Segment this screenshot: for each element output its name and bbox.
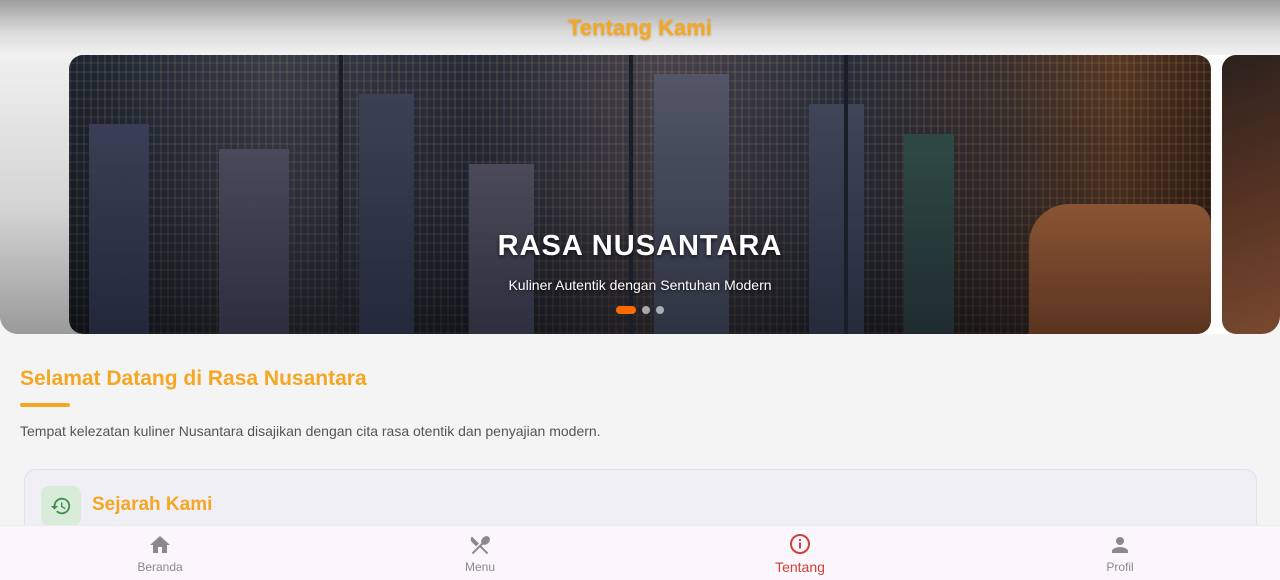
carousel-dot[interactable] [642, 306, 650, 314]
nav-item-tentang[interactable]: Tentang [640, 526, 960, 580]
welcome-description: Tempat kelezatan kuliner Nusantara disaj… [20, 423, 601, 439]
info-icon [790, 533, 810, 554]
carousel-indicators [0, 306, 1280, 314]
home-icon [150, 535, 170, 553]
hero-carousel[interactable]: RASA NUSANTARA Kuliner Autentik dengan S… [0, 55, 1280, 334]
nav-label: Profil [1106, 559, 1134, 574]
history-card-title: Sejarah Kami [92, 494, 213, 515]
carousel-dot[interactable] [656, 306, 664, 314]
bottom-navigation: Beranda Menu Tentang Profil [0, 525, 1280, 580]
skyline-building [89, 124, 149, 334]
nav-label: Beranda [137, 559, 183, 574]
history-icon [41, 486, 81, 526]
page-title: Tentang Kami [568, 15, 712, 40]
skyline-building [809, 104, 864, 334]
skyline-building [359, 94, 414, 334]
heading-underline [20, 403, 70, 407]
nav-item-menu[interactable]: Menu [320, 526, 640, 580]
carousel-dot-active[interactable] [616, 306, 636, 314]
nav-label: Tentang [775, 558, 825, 575]
skyline-building [654, 74, 729, 334]
hero-title: RASA NUSANTARA [497, 230, 783, 262]
welcome-heading: Selamat Datang di Rasa Nusantara [20, 367, 367, 390]
hero-subtitle: Kuliner Autentik dengan Sentuhan Modern [508, 277, 772, 293]
armchair [1029, 204, 1211, 334]
app-bar: Tentang Kami [0, 0, 1280, 56]
person-icon [1112, 536, 1128, 553]
nav-item-beranda[interactable]: Beranda [0, 526, 320, 580]
restaurant-icon [470, 535, 490, 554]
nav-label: Menu [464, 559, 496, 574]
nav-item-profil[interactable]: Profil [960, 526, 1280, 580]
